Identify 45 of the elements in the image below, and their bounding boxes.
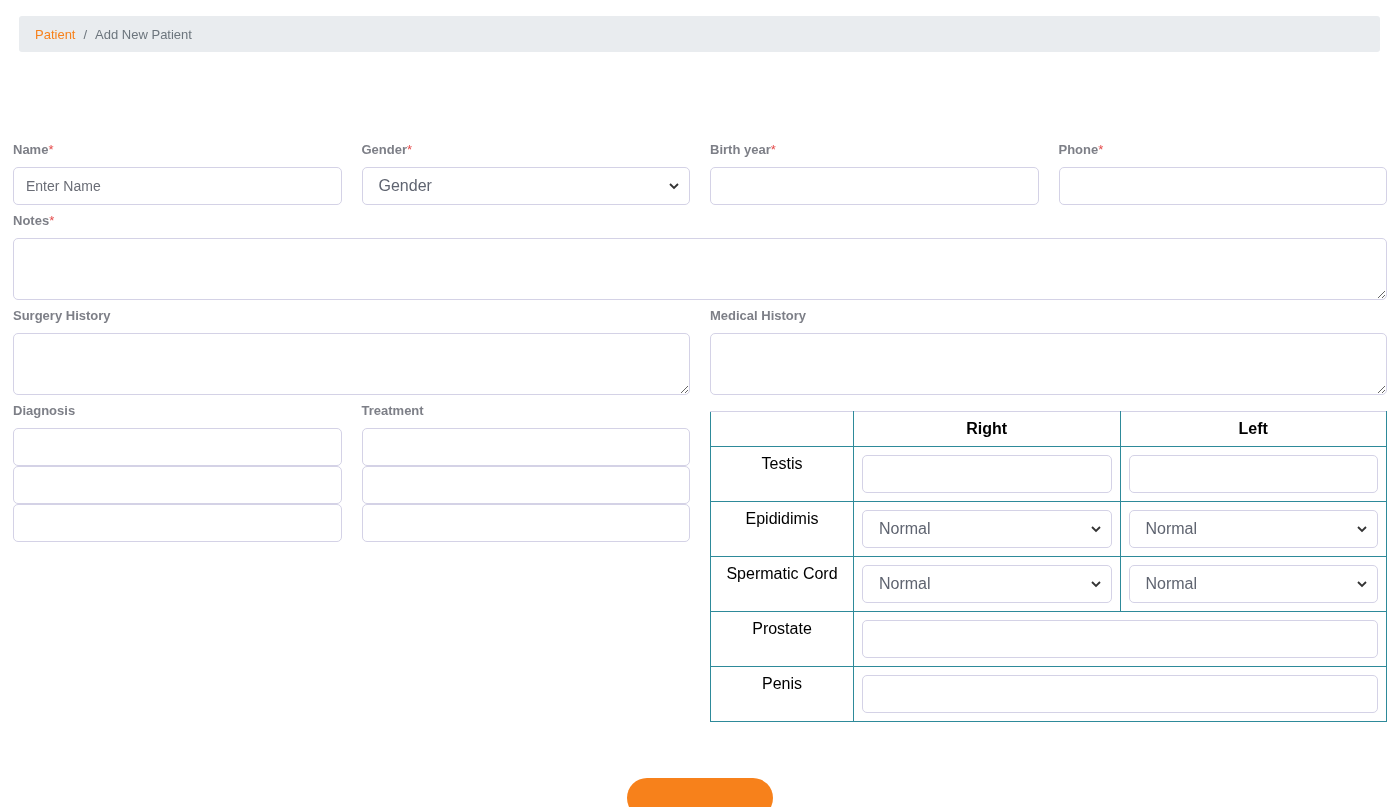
breadcrumb-separator: / — [83, 26, 88, 42]
row-label: Penis — [710, 666, 854, 722]
row-label: Spermatic Cord — [710, 556, 854, 612]
field-label: Diagnosis — [13, 403, 77, 420]
select-field[interactable]: Normal — [1128, 565, 1378, 603]
input-field[interactable] — [710, 167, 1039, 205]
input-field[interactable] — [361, 466, 690, 504]
column-header: Right — [853, 411, 1120, 447]
chevron-down-icon — [669, 182, 679, 190]
field-label: Name* — [13, 142, 55, 159]
field-label: Phone* — [1058, 142, 1105, 159]
field-label: Treatment — [361, 403, 425, 420]
select-field[interactable]: Normal — [1128, 510, 1378, 548]
chevron-down-icon — [1090, 525, 1101, 533]
chevron-down-icon — [1090, 580, 1101, 588]
input-field[interactable] — [862, 455, 1112, 493]
history-textarea[interactable] — [13, 333, 690, 395]
column-header: Left — [1120, 411, 1387, 447]
input-field[interactable] — [1058, 167, 1387, 205]
row-label: Epididimis — [710, 501, 854, 557]
input-field[interactable] — [1128, 455, 1378, 493]
field-label: Notes* — [13, 213, 56, 230]
input-field[interactable] — [862, 620, 1378, 658]
input-field[interactable] — [361, 428, 690, 466]
input-field[interactable] — [13, 504, 342, 542]
field-label: Gender* — [361, 142, 414, 159]
input-field[interactable] — [862, 675, 1378, 713]
breadcrumb-current: Add New Patient — [95, 26, 192, 42]
select-field[interactable]: Normal — [862, 565, 1112, 603]
chevron-down-icon — [1357, 580, 1367, 588]
field-label: Birth year* — [710, 142, 777, 159]
field-label: Surgery History — [13, 308, 112, 325]
history-textarea[interactable] — [710, 333, 1387, 395]
input-field[interactable]: Enter Name — [13, 167, 342, 205]
select-field[interactable]: Gender — [361, 167, 690, 205]
submit-button[interactable] — [627, 778, 773, 807]
select-field[interactable]: Normal — [862, 510, 1112, 548]
input-field[interactable] — [361, 504, 690, 542]
input-field[interactable] — [13, 466, 342, 504]
input-field[interactable] — [13, 428, 342, 466]
chevron-down-icon — [1357, 525, 1367, 533]
notes-textarea[interactable] — [13, 238, 1387, 300]
row-label: Testis — [710, 446, 854, 502]
field-label: Medical History — [710, 308, 808, 325]
row-label: Prostate — [710, 611, 854, 667]
